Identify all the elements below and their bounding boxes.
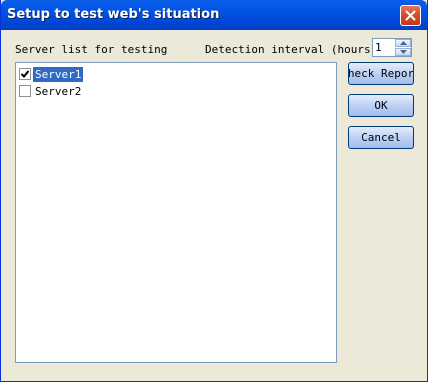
spinner-down-button[interactable] [395, 48, 411, 56]
server-list[interactable]: Server1 Server2 [15, 62, 337, 363]
window-title: Setup to test web's situation [7, 7, 220, 22]
server-name: Server1 [33, 66, 84, 82]
check-report-button[interactable]: Check Report [348, 62, 414, 85]
spinner-buttons [395, 39, 411, 56]
close-icon [405, 10, 416, 21]
dialog-window: Setup to test web's situation Server lis… [0, 0, 428, 382]
server-list-label: Server list for testing [15, 43, 168, 56]
detection-interval-spinner[interactable]: 1 [372, 38, 412, 57]
checkmark-icon [20, 70, 30, 78]
ok-label: OK [374, 99, 388, 112]
detection-interval-value[interactable]: 1 [375, 41, 382, 54]
server-checkbox[interactable] [19, 68, 31, 80]
cancel-label: Cancel [361, 131, 401, 144]
check-report-label: Check Report [348, 67, 414, 80]
spinner-up-button[interactable] [395, 39, 411, 47]
title-bar[interactable]: Setup to test web's situation [1, 0, 427, 30]
server-list-item[interactable]: Server2 [19, 83, 83, 99]
close-button[interactable] [400, 5, 421, 26]
cancel-button[interactable]: Cancel [348, 126, 414, 149]
server-checkbox[interactable] [19, 85, 31, 97]
detection-interval-label: Detection interval (hours) [205, 43, 378, 56]
arrow-down-icon [399, 50, 407, 54]
server-list-item[interactable]: Server1 [19, 66, 84, 82]
ok-button[interactable]: OK [348, 94, 414, 117]
server-name: Server2 [35, 84, 82, 98]
arrow-up-icon [399, 41, 407, 45]
